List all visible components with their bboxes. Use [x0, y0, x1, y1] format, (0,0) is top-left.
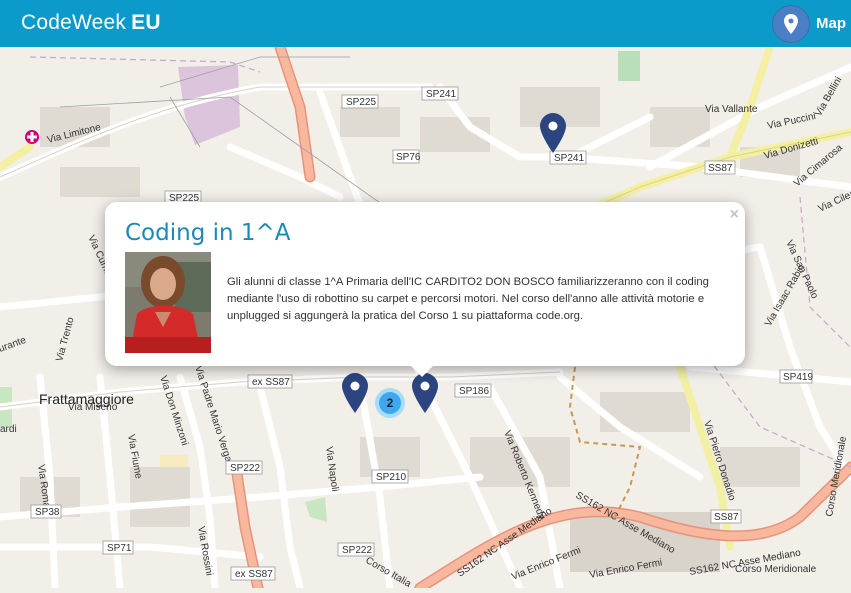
popup-description: Gli alunni di classe 1^A Primaria dell'I… [227, 276, 709, 322]
popup-tip [410, 365, 434, 377]
close-icon[interactable]: × [730, 206, 739, 224]
event-popup: × Coding in 1^A Gli alunni di classe 1^A… [105, 202, 745, 366]
road-label: SP38 [35, 507, 60, 518]
road-label: SP210 [376, 472, 406, 483]
road-label: SP71 [107, 543, 132, 554]
marker-cluster-count: 2 [379, 392, 401, 414]
road-label: SP186 [459, 386, 489, 397]
place-name-label: Frattamaggiore [39, 391, 134, 407]
brand-text-bold: EU [131, 11, 161, 34]
road-label: SP222 [230, 463, 260, 474]
road-label: SP419 [783, 372, 813, 383]
brand-logo[interactable]: CodeWeek EU [21, 11, 161, 35]
event-marker[interactable] [540, 113, 566, 158]
popup-title: Coding in 1^A [125, 220, 291, 246]
hospital-icon [25, 130, 39, 144]
road-label: ex SS87 [252, 377, 290, 388]
marker-cluster[interactable]: 2 [375, 388, 405, 418]
road-label: SP222 [342, 545, 372, 556]
top-navbar: CodeWeek EU Map [0, 0, 851, 47]
road-label: Via Vallante [705, 104, 758, 115]
park-area [618, 51, 640, 81]
event-marker[interactable] [412, 373, 438, 418]
road-label: SS87 [708, 163, 733, 174]
road-label: SS87 [714, 512, 739, 523]
map-marker-icon [772, 4, 810, 43]
road-label: SP241 [426, 89, 456, 100]
road-label: SP76 [396, 152, 421, 163]
road-label: Corso Meridionale [735, 564, 817, 575]
road-label: ardi [0, 424, 17, 435]
map-nav-button[interactable]: Map [772, 0, 851, 47]
road-label: SP225 [346, 97, 376, 108]
event-marker[interactable] [342, 373, 368, 418]
organizer-photo [125, 252, 211, 353]
road-label: ex SS87 [235, 569, 273, 580]
map-nav-label: Map [816, 15, 846, 32]
brand-text: CodeWeek [21, 11, 127, 34]
